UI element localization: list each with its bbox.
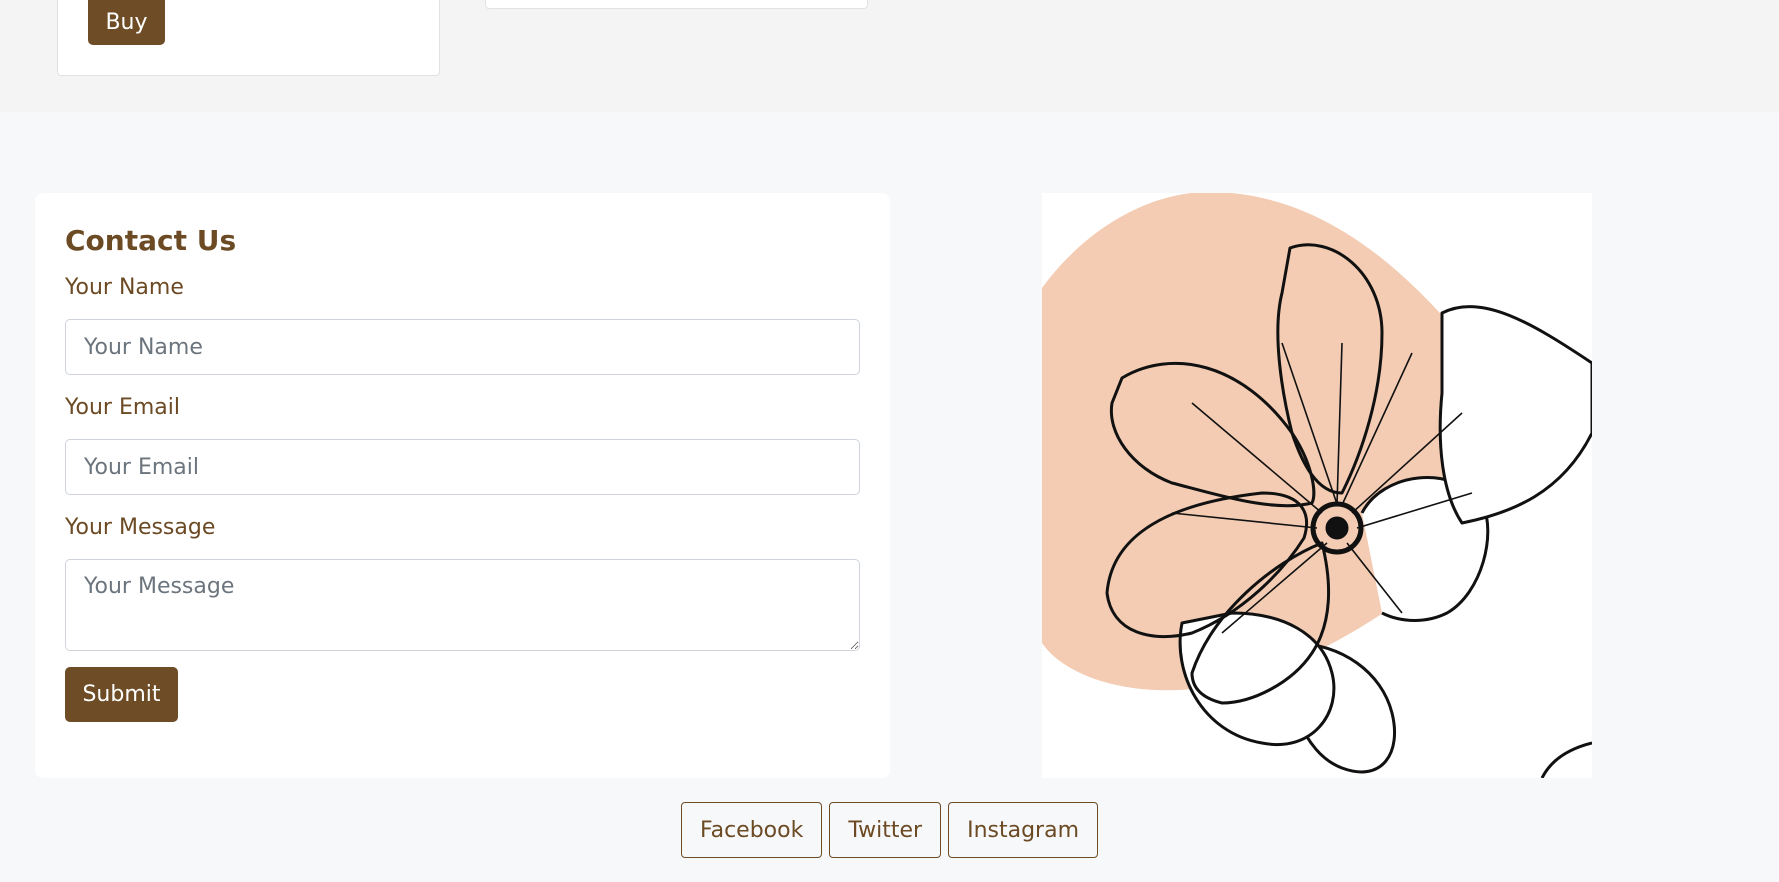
flower-image <box>1042 193 1592 778</box>
submit-button[interactable]: Submit <box>65 667 178 722</box>
instagram-link[interactable]: Instagram <box>948 802 1099 858</box>
social-links: Facebook Twitter Instagram <box>0 802 1779 858</box>
flower-illustration <box>1042 193 1592 778</box>
message-textarea[interactable] <box>65 559 860 651</box>
contact-title: Contact Us <box>65 224 237 257</box>
facebook-link[interactable]: Facebook <box>680 802 823 858</box>
products-section: Buy <box>0 0 1779 112</box>
name-label: Your Name <box>65 275 184 300</box>
buy-button[interactable]: Buy <box>88 0 165 45</box>
message-label: Your Message <box>65 515 216 540</box>
email-label: Your Email <box>65 395 180 420</box>
email-input[interactable] <box>65 439 860 495</box>
product-card <box>485 0 868 9</box>
name-input[interactable] <box>65 319 860 375</box>
twitter-link[interactable]: Twitter <box>829 802 942 858</box>
